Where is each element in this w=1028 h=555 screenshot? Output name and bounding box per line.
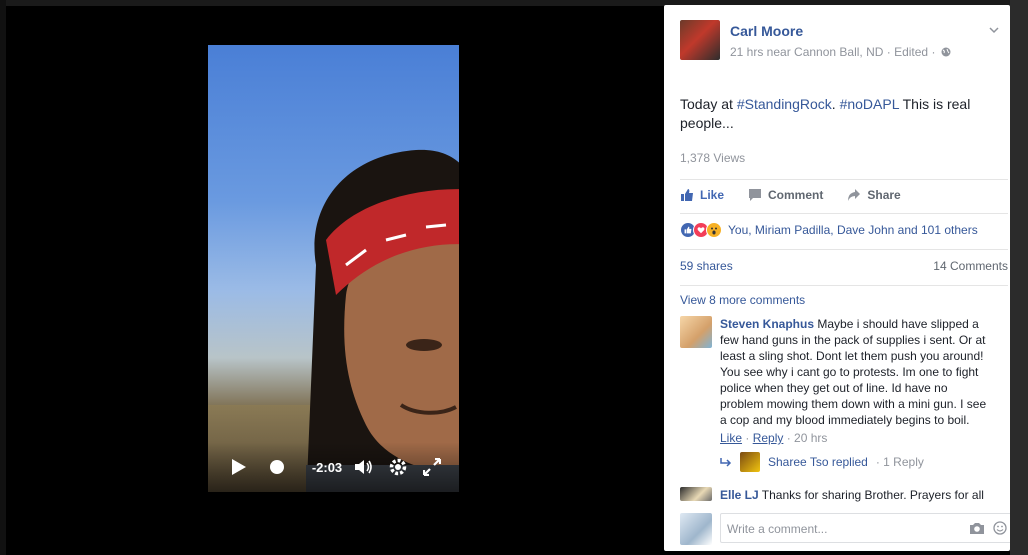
reply-count: · 1 Reply <box>875 455 924 469</box>
comment-label: Comment <box>768 188 824 202</box>
volume-icon[interactable] <box>352 452 376 482</box>
comments-count[interactable]: 14 Comments <box>933 259 1008 273</box>
seek-handle[interactable] <box>266 452 288 482</box>
comment-body: Steven Knaphus Maybe i should have slipp… <box>720 316 992 446</box>
hashtag-standingrock[interactable]: #StandingRock <box>737 96 832 112</box>
commenter-name[interactable]: Steven Knaphus <box>720 317 814 331</box>
fullscreen-icon[interactable] <box>420 452 444 482</box>
comment-reply-link[interactable]: Reply <box>753 431 784 445</box>
play-icon[interactable] <box>228 452 250 482</box>
divider <box>680 285 1008 286</box>
share-icon <box>848 189 861 201</box>
reply-summary[interactable]: Sharee Tso replied · 1 Reply <box>720 452 990 472</box>
author-avatar[interactable] <box>680 20 720 60</box>
comment-input-placeholder: Write a comment... <box>727 522 828 536</box>
video-player[interactable]: -2:03 <box>208 45 459 492</box>
time-remaining: -2:03 <box>311 459 343 475</box>
emoji-icon[interactable] <box>993 521 1007 535</box>
comment-time: · 20 hrs <box>786 431 828 445</box>
author-name[interactable]: Carl Moore <box>730 23 803 39</box>
divider <box>680 213 1008 214</box>
commenter-avatar[interactable] <box>680 316 712 348</box>
reply-summary-text: Sharee Tso replied <box>768 455 868 469</box>
camera-icon[interactable] <box>969 521 985 535</box>
comment-like-link[interactable]: Like <box>720 431 742 445</box>
globe-icon <box>941 47 951 57</box>
post-header: Carl Moore 21 hrs near Cannon Ball, ND ·… <box>680 20 1000 64</box>
current-user-avatar <box>680 513 712 545</box>
view-count: 1,378 Views <box>680 151 746 165</box>
chevron-down-icon[interactable] <box>988 24 1000 36</box>
like-label: Like <box>700 188 725 202</box>
thumbs-up-icon <box>681 189 693 201</box>
comment-icon <box>749 189 762 201</box>
reply-arrow-icon <box>720 458 732 467</box>
video-controls: -2:03 <box>208 452 459 482</box>
engagement-stats: 59 shares 14 Comments <box>680 259 1008 273</box>
comment-composer: Write a comment... <box>680 513 1010 545</box>
post-meta: 21 hrs near Cannon Ball, ND · Edited · <box>730 45 951 59</box>
comment-body: Elle LJ Thanks for sharing Brother. Pray… <box>720 487 992 503</box>
share-button[interactable]: Share <box>847 185 901 205</box>
post-details-panel: Carl Moore 21 hrs near Cannon Ball, ND ·… <box>664 5 1010 551</box>
comment-footer: Like · Reply · 20 hrs <box>720 431 828 445</box>
settings-gear-icon[interactable] <box>386 452 410 482</box>
divider <box>680 179 1008 180</box>
share-label: Share <box>867 188 901 202</box>
commenter-name[interactable]: Elle LJ <box>720 488 759 502</box>
right-edge <box>1010 0 1028 555</box>
post-text-mid: . <box>831 96 840 112</box>
post-text: Today at #StandingRock. #noDAPL This is … <box>680 95 990 133</box>
commenter-avatar[interactable] <box>680 487 712 501</box>
reactions-summary: You, Miriam Padilla, Dave John and 101 o… <box>728 223 978 237</box>
like-button[interactable]: Like <box>680 185 724 205</box>
reactions-row[interactable]: You, Miriam Padilla, Dave John and 101 o… <box>680 221 1000 239</box>
shares-count[interactable]: 59 shares <box>680 259 733 273</box>
comment-text: Maybe i should have slipped a few hand g… <box>720 317 987 427</box>
comment-text-block: Steven Knaphus Maybe i should have slipp… <box>720 316 992 428</box>
comment-input[interactable]: Write a comment... <box>720 513 1010 543</box>
post-text-prefix: Today at <box>680 96 737 112</box>
photo-viewer: -2:03 Carl Moore 21 hrs near Cannon Ball… <box>0 0 1028 555</box>
hashtag-nodapl[interactable]: #noDAPL <box>840 96 899 112</box>
wow-reaction-icon <box>706 222 722 238</box>
action-bar: Like Comment Share <box>680 185 1000 205</box>
left-edge <box>0 0 6 555</box>
view-more-comments-link[interactable]: View 8 more comments <box>680 293 805 307</box>
video-subject <box>306 149 459 492</box>
composer-icons <box>969 521 1007 535</box>
comment-button[interactable]: Comment <box>748 185 823 205</box>
divider <box>680 249 1008 250</box>
comment-text: Thanks for sharing Brother. Prayers for … <box>758 488 984 502</box>
post-meta-text: 21 hrs near Cannon Ball, ND · Edited · <box>730 45 936 59</box>
replier-avatar <box>740 452 760 472</box>
